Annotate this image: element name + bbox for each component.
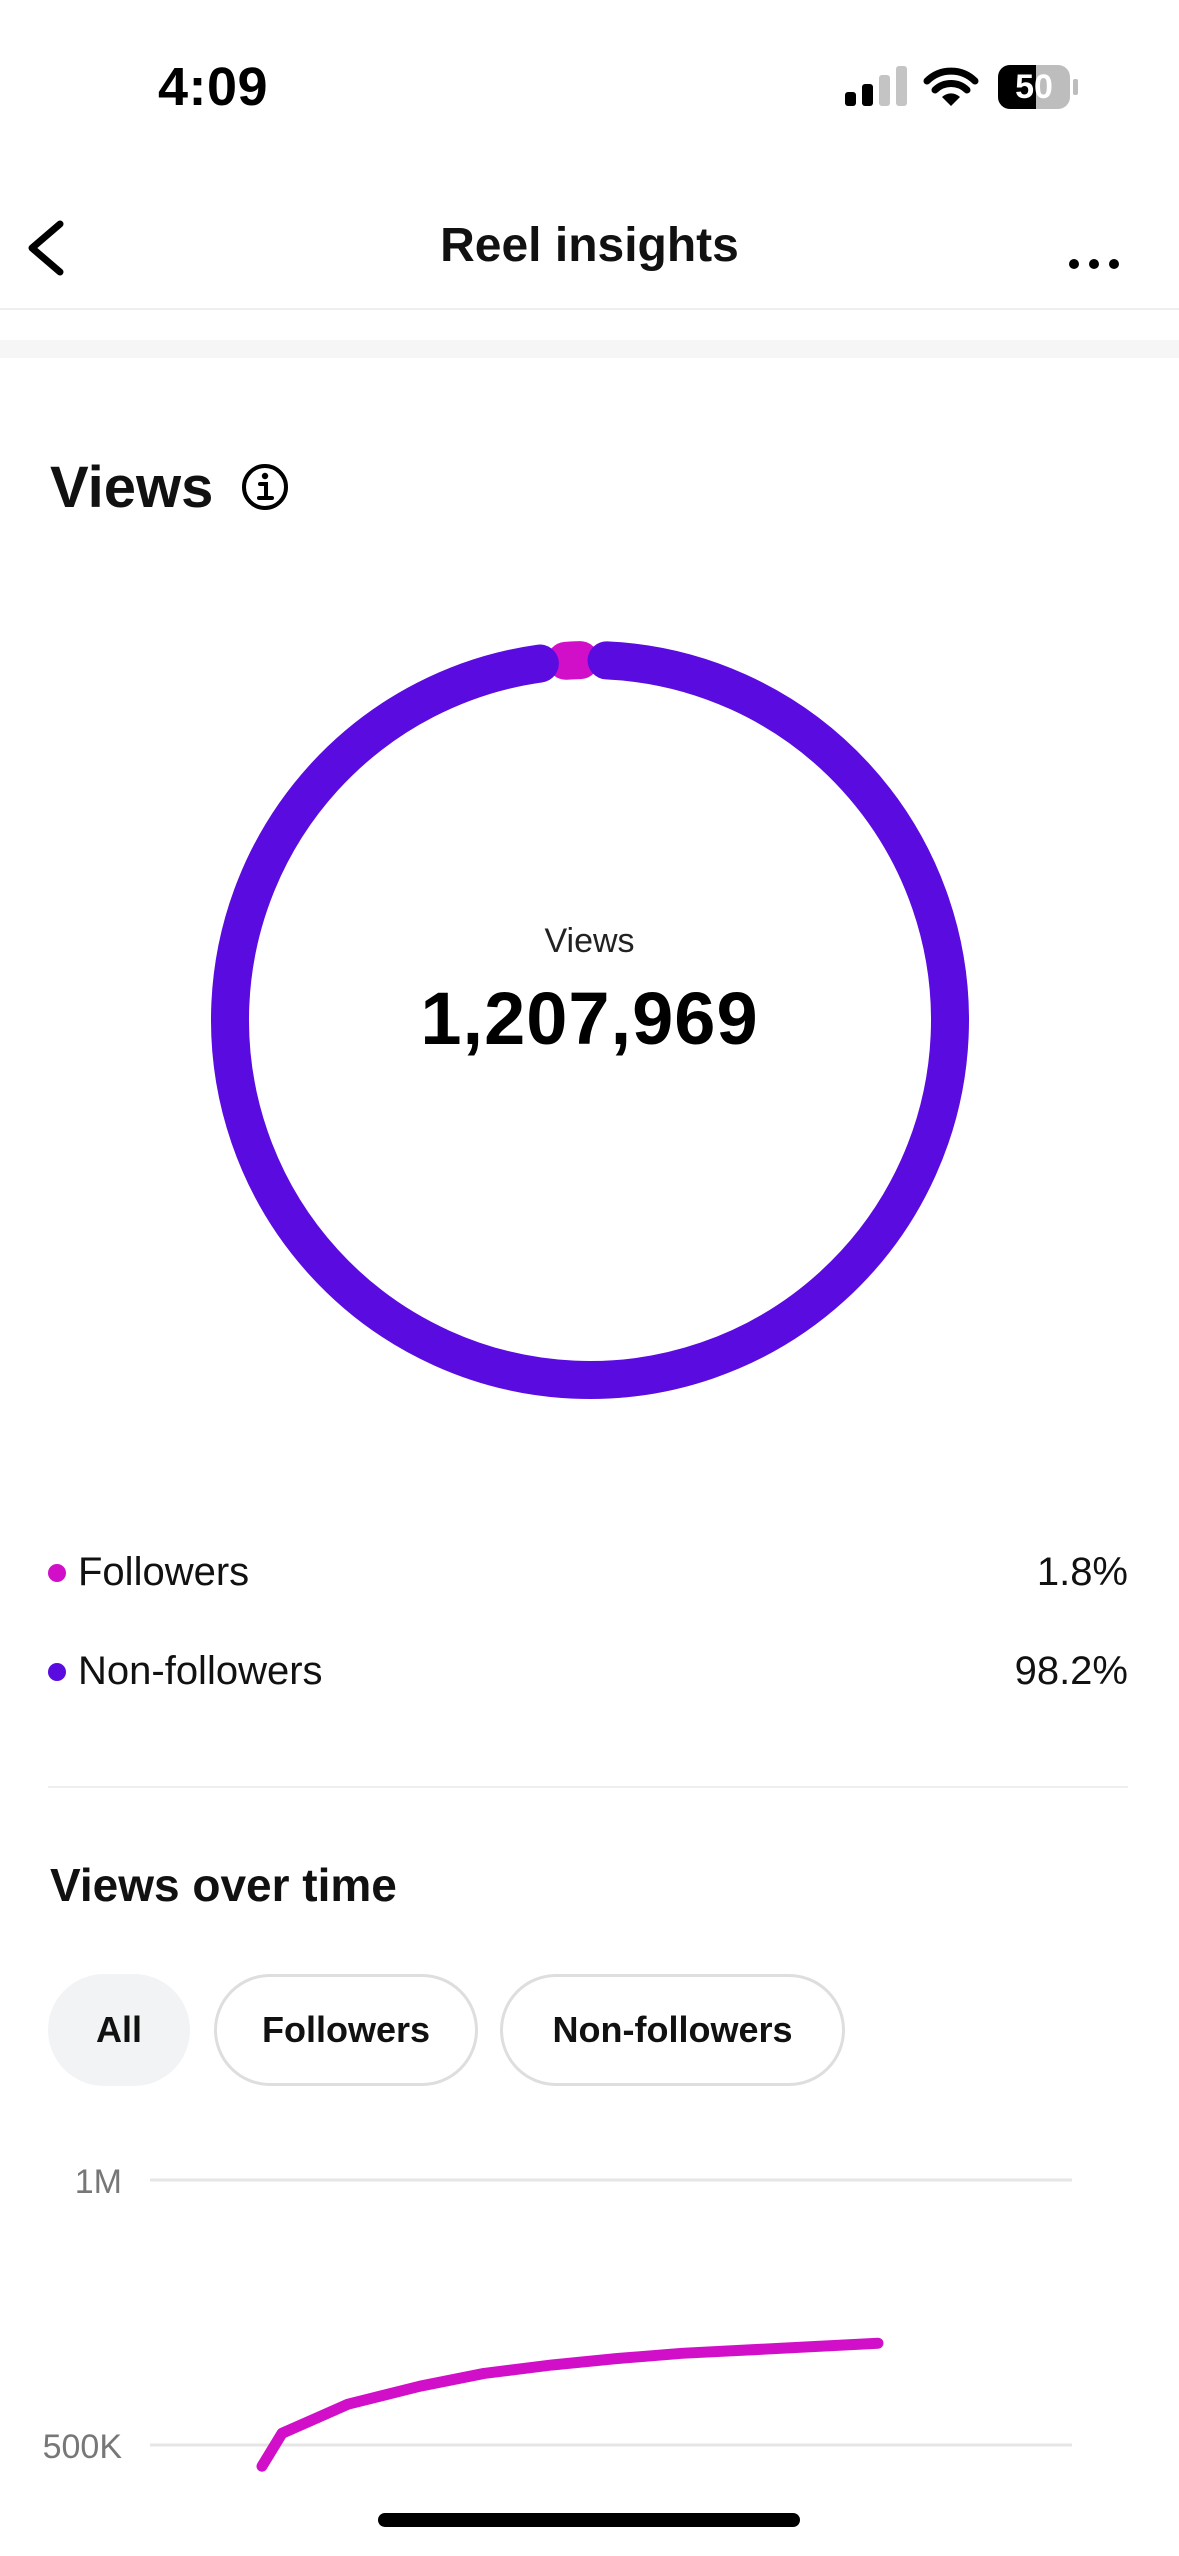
legend-value: 98.2% xyxy=(1014,1649,1128,1693)
more-horizontal-icon xyxy=(1069,259,1119,269)
home-indicator xyxy=(378,2513,800,2527)
battery-icon: 50 xyxy=(997,64,1079,110)
views-over-time-title: Views over time xyxy=(50,1859,397,1911)
legend-value: 1.8% xyxy=(1036,1550,1128,1594)
views-section-title: Views xyxy=(50,455,214,520)
legend-label: Followers xyxy=(78,1550,250,1594)
filter-non-followers-tab[interactable]: Non-followers xyxy=(500,1974,845,2086)
donut-center-label: Views xyxy=(544,922,635,960)
legend-followers: Followers 1.8% xyxy=(48,1542,1128,1602)
divider xyxy=(48,1786,1128,1788)
battery-level: 50 xyxy=(1015,68,1053,106)
views-over-time-chart: 1M 500K xyxy=(43,2163,1072,2472)
status-bar: 4:09 50 xyxy=(0,0,1179,170)
views-total-value: 1,207,969 xyxy=(420,977,759,1060)
non-followers-dot-icon xyxy=(48,1663,66,1681)
info-icon[interactable] xyxy=(240,462,290,512)
section-divider xyxy=(0,340,1179,358)
y-tick-label: 1M xyxy=(75,2163,122,2201)
cellular-signal-icon xyxy=(845,66,907,106)
legend-label: Non-followers xyxy=(78,1649,323,1693)
followers-dot-icon xyxy=(48,1564,66,1582)
top-nav-bar: Reel insights xyxy=(0,190,1179,310)
more-options-button[interactable] xyxy=(1058,214,1132,284)
y-tick-label: 500K xyxy=(43,2428,123,2466)
legend-non-followers: Non-followers 98.2% xyxy=(48,1641,1128,1701)
filter-followers-tab[interactable]: Followers xyxy=(214,1974,478,2086)
page-title: Reel insights xyxy=(440,219,739,272)
filter-all-tab[interactable]: All xyxy=(48,1974,190,2086)
wifi-icon xyxy=(923,67,979,106)
status-time: 4:09 xyxy=(158,57,269,117)
views-series-line xyxy=(256,2337,884,2472)
